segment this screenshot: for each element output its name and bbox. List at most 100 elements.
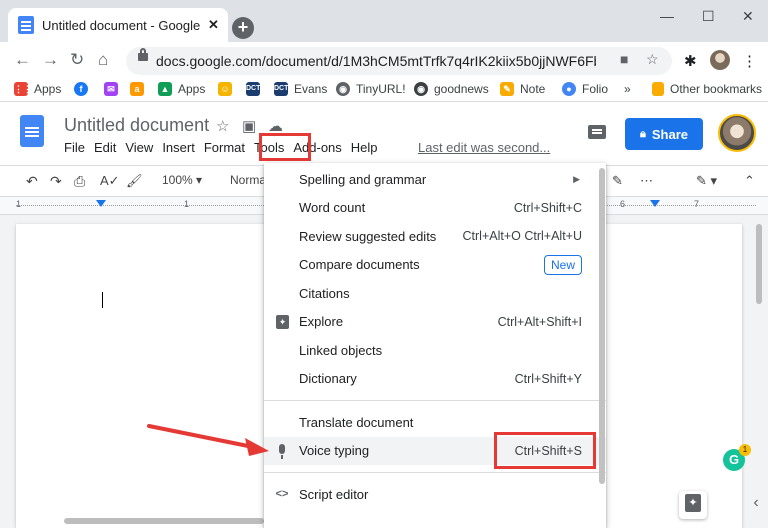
menu-scrollbar[interactable] xyxy=(599,168,605,484)
menu-item-compare-documents[interactable]: Compare documents New xyxy=(264,251,606,280)
extension-icon: ☺ xyxy=(218,82,232,96)
menu-separator xyxy=(264,400,606,401)
menu-separator xyxy=(264,472,606,473)
print-icon[interactable]: ⎙ xyxy=(74,173,85,190)
side-panel-toggle-icon[interactable]: ‹ xyxy=(744,488,768,518)
bookmark-gmail[interactable]: ✉ xyxy=(104,82,124,96)
spellcheck-icon[interactable]: A✓ xyxy=(100,173,120,189)
menu-help[interactable]: Help xyxy=(351,140,378,155)
menu-file[interactable]: File xyxy=(64,140,85,155)
horizontal-scrollbar[interactable] xyxy=(64,518,264,524)
camera-icon[interactable]: ■ xyxy=(620,51,628,67)
browser-tab[interactable]: Untitled document - Google Doc ✕ xyxy=(8,8,228,42)
drive-icon: ▲ xyxy=(158,82,172,96)
redo-icon[interactable]: ↷ xyxy=(50,173,62,190)
editing-mode-icon[interactable]: ✎ ▾ xyxy=(696,173,717,189)
account-avatar[interactable] xyxy=(718,114,756,152)
bookmark-amazon[interactable]: a xyxy=(130,82,150,96)
back-icon[interactable]: ← xyxy=(14,50,31,70)
code-icon: <> xyxy=(275,488,289,500)
more-options-icon[interactable]: ⋯ xyxy=(640,173,653,189)
home-icon[interactable]: ⌂ xyxy=(98,50,108,70)
forward-icon[interactable]: → xyxy=(42,50,59,70)
extensions-icon[interactable]: ✱ xyxy=(684,52,697,70)
last-edit-link[interactable]: Last edit was second... xyxy=(418,140,550,155)
browser-profile-avatar[interactable] xyxy=(710,50,730,70)
explore-icon: ✦ xyxy=(276,314,289,329)
lock-icon[interactable] xyxy=(138,48,148,61)
gmail-icon: ✉ xyxy=(104,82,118,96)
explore-button[interactable] xyxy=(679,491,707,519)
minimize-icon[interactable]: — xyxy=(660,8,674,24)
bookmark-apps[interactable]: ⋮⋮ Apps xyxy=(14,82,61,96)
bookmark-folio[interactable]: ● Folio xyxy=(562,82,608,96)
bookmark-drive-apps[interactable]: ▲ Apps xyxy=(158,82,205,96)
tinyurl-icon: ◉ xyxy=(336,82,350,96)
ruler-number: 7 xyxy=(694,199,700,209)
share-button[interactable]: 🔒︎ Share xyxy=(625,118,703,150)
bookmark-goodnews[interactable]: ◉ goodnews xyxy=(414,82,489,96)
vertical-scrollbar[interactable] xyxy=(756,224,762,304)
docs-logo-icon[interactable] xyxy=(20,115,44,147)
menu-insert[interactable]: Insert xyxy=(162,140,195,155)
new-tab-button[interactable]: + xyxy=(232,17,254,39)
move-folder-icon[interactable]: ▣ xyxy=(242,117,256,135)
lock-icon: 🔒︎ xyxy=(640,127,646,140)
facebook-icon: f xyxy=(74,82,88,96)
bookmark-facebook[interactable]: f xyxy=(74,82,94,96)
shortcut-label: Ctrl+Alt+O Ctrl+Alt+U xyxy=(462,229,582,244)
note-icon: ✎ xyxy=(500,82,514,96)
maximize-icon[interactable]: ☐ xyxy=(702,8,715,25)
bookmark-tinyurl[interactable]: ◉ TinyURL! xyxy=(336,82,406,96)
right-indent-marker-icon[interactable] xyxy=(650,200,660,207)
reload-icon[interactable]: ↻ xyxy=(70,50,84,70)
comments-icon[interactable] xyxy=(588,125,606,139)
bookmark-note[interactable]: ✎ Note xyxy=(500,82,545,96)
menu-item-script-editor[interactable]: <> Script editor xyxy=(264,480,606,509)
address-bar[interactable]: docs.google.com/document/d/1M3hCM5mtTrfk… xyxy=(126,47,672,75)
highlight-pen-icon[interactable]: ✎ xyxy=(612,173,623,189)
bookmarks-bar: ⋮⋮ Apps f ✉ a ▲ Apps ☺ DCT DCT Evans ◉ T… xyxy=(0,78,768,102)
dct-icon: DCT xyxy=(274,82,288,96)
amazon-icon: a xyxy=(130,82,144,96)
submenu-arrow-icon: ▶ xyxy=(573,173,580,184)
menu-item-dictionary[interactable]: Dictionary Ctrl+Shift+Y xyxy=(264,365,606,394)
menu-item-review-suggested-edits[interactable]: Review suggested edits Ctrl+Alt+O Ctrl+A… xyxy=(264,222,606,251)
browser-titlebar: Untitled document - Google Doc ✕ + — ☐ ✕ xyxy=(0,0,768,42)
docs-favicon-icon xyxy=(18,16,34,34)
menu-item-linked-objects[interactable]: Linked objects xyxy=(264,336,606,365)
menu-format[interactable]: Format xyxy=(204,140,245,155)
shortcut-label: Ctrl+Alt+Shift+I xyxy=(497,314,582,329)
apps-grid-icon: ⋮⋮ xyxy=(14,82,32,96)
ruler-number: 1 xyxy=(16,199,22,209)
document-title[interactable]: Untitled document xyxy=(64,115,209,136)
shortcut-highlight-box xyxy=(494,432,596,469)
menu-item-word-count[interactable]: Word count Ctrl+Shift+C xyxy=(264,194,606,223)
other-bookmarks[interactable]: Other bookmarks xyxy=(652,82,762,96)
close-window-icon[interactable]: ✕ xyxy=(742,8,754,25)
bookmark-dct[interactable]: DCT xyxy=(246,82,266,96)
menu-view[interactable]: View xyxy=(125,140,153,155)
menu-edit[interactable]: Edit xyxy=(94,140,116,155)
star-icon[interactable]: ☆ xyxy=(216,117,229,135)
url-text[interactable]: docs.google.com/document/d/1M3hCM5mtTrfk… xyxy=(156,53,596,69)
chrome-menu-icon[interactable]: ⋮ xyxy=(742,52,757,70)
bookmark-evans[interactable]: DCT Evans xyxy=(274,82,327,96)
menu-item-citations[interactable]: Citations xyxy=(264,279,606,308)
folio-icon: ● xyxy=(562,82,576,96)
bookmarks-overflow[interactable]: » xyxy=(624,82,631,96)
tools-menu: Spelling and grammar ▶ Word count Ctrl+S… xyxy=(264,163,606,528)
tab-close-icon[interactable]: ✕ xyxy=(208,17,219,33)
indent-marker-icon[interactable] xyxy=(96,200,106,207)
menu-item-explore[interactable]: ✦ Explore Ctrl+Alt+Shift+I xyxy=(264,308,606,337)
paint-format-icon[interactable]: 🖌︎ xyxy=(126,173,143,189)
zoom-select[interactable]: 100% ▾ xyxy=(162,173,202,187)
undo-icon[interactable]: ↶ xyxy=(26,173,38,190)
ruler-number: 1 xyxy=(184,199,190,209)
collapse-menus-icon[interactable]: ⌃ xyxy=(744,173,755,189)
style-select[interactable]: Normal xyxy=(230,173,269,187)
bookmark-extension[interactable]: ☺ xyxy=(218,82,238,96)
bookmark-star-icon[interactable]: ☆ xyxy=(646,51,659,68)
folder-icon xyxy=(652,82,664,96)
menu-item-spelling-grammar[interactable]: Spelling and grammar ▶ xyxy=(264,165,606,194)
